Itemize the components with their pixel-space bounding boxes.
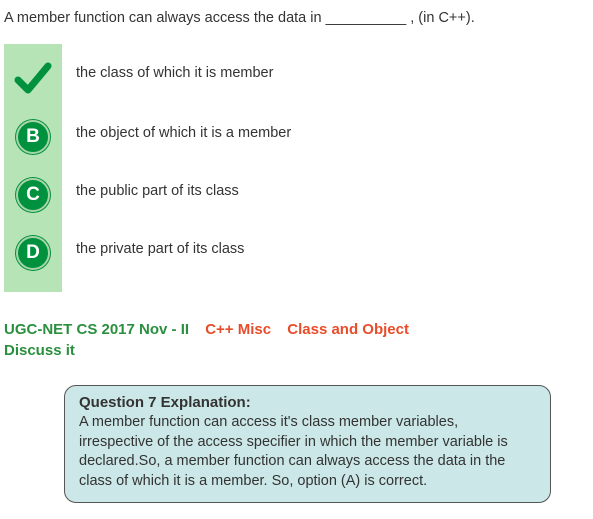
option-indicator-d: D [16,224,50,282]
tag-topic-2[interactable]: Class and Object [287,321,409,338]
tag-exam[interactable]: UGC-NET CS 2017 Nov - II [4,321,189,338]
answer-indicator-column: B C D [4,44,62,292]
option-letter-c: C [16,178,50,212]
option-b[interactable]: the object of which it is a member [76,102,291,160]
explanation-body: A member function can access it's class … [79,413,536,491]
option-d[interactable]: the private part of its class [76,218,291,276]
option-a[interactable]: the class of which it is member [76,44,291,102]
options-container: B C D the class of which it is member th… [4,44,589,292]
option-indicator-a [14,50,52,108]
options-labels-column: the class of which it is member the obje… [62,44,291,292]
tags-row: UGC-NET CS 2017 Nov - II C++ Misc Class … [4,318,589,342]
correct-check-icon [14,60,52,98]
discuss-link[interactable]: Discuss it [4,342,589,359]
option-c[interactable]: the public part of its class [76,160,291,218]
explanation-box: Question 7 Explanation: A member functio… [64,385,551,502]
option-letter-d: D [16,236,50,270]
option-indicator-c: C [16,166,50,224]
option-indicator-b: B [16,108,50,166]
question-text: A member function can always access the … [4,8,589,28]
tag-topic-1[interactable]: C++ Misc [205,321,271,338]
option-letter-b: B [16,120,50,154]
explanation-title: Question 7 Explanation: [79,394,536,411]
